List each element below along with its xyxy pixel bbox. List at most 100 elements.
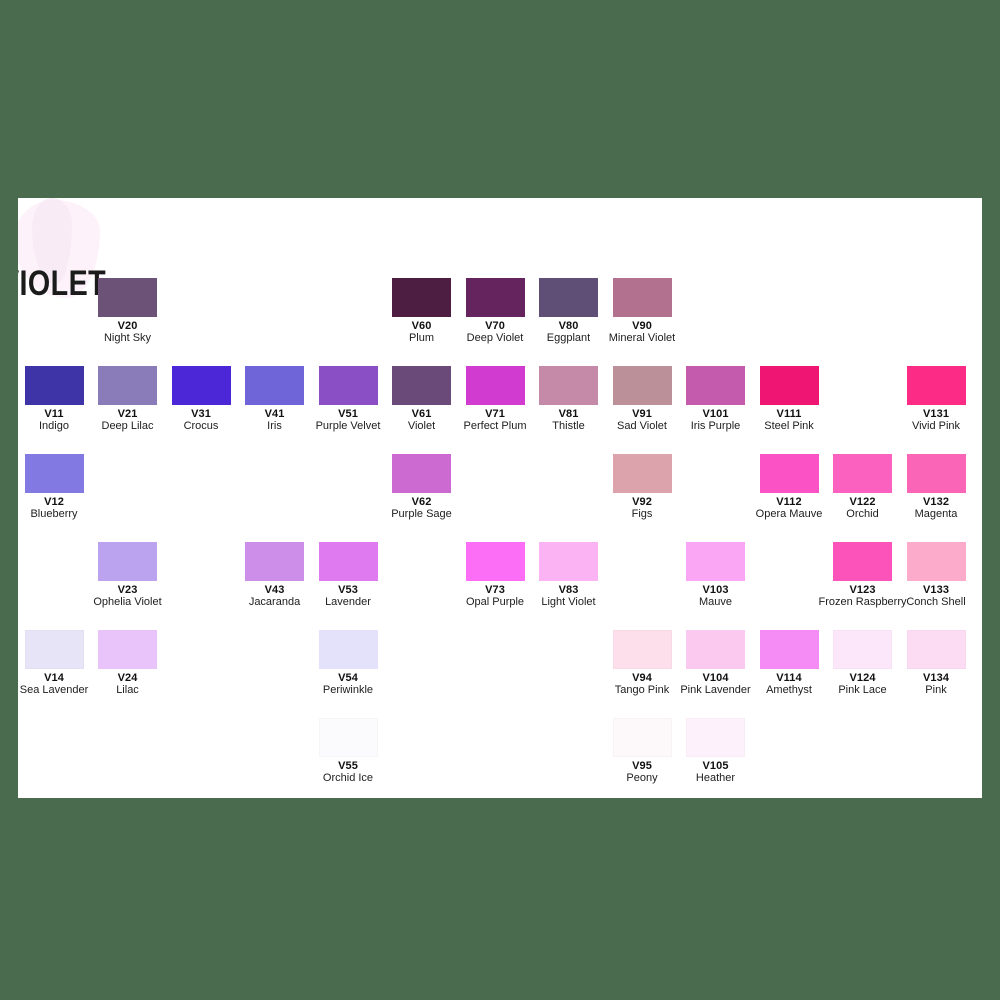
swatch-chip[interactable]	[686, 366, 745, 405]
color-swatch-v55[interactable]: V55 Orchid Ice	[300, 718, 396, 785]
swatch-name: Purple Sage	[391, 508, 452, 521]
swatch-chip[interactable]	[98, 542, 157, 581]
swatch-chip[interactable]	[465, 278, 525, 317]
swatch-chip[interactable]	[833, 542, 892, 581]
swatch-chip[interactable]	[24, 366, 84, 405]
swatch-name: Night Sky	[103, 332, 152, 345]
swatch-chip[interactable]	[759, 454, 819, 493]
color-swatch-v54[interactable]: V54 Periwinkle	[300, 630, 396, 697]
swatch-chip[interactable]	[906, 542, 966, 581]
color-swatch-v62[interactable]: V62 Purple Sage	[374, 454, 470, 521]
swatch-chip[interactable]	[906, 630, 966, 669]
swatch-chip[interactable]	[759, 366, 819, 405]
screenshot-root: VIOLET V20Night SkyV60PlumV70Deep Violet…	[0, 0, 1000, 1000]
swatch-name: Conch Shell	[906, 596, 966, 609]
swatch-chip[interactable]	[539, 366, 598, 405]
swatch-name: Vivid Pink	[911, 420, 961, 433]
color-swatch-v53[interactable]: V53 Lavender	[300, 542, 396, 609]
swatch-chip[interactable]	[465, 366, 525, 405]
swatch-name: Steel Pink	[764, 420, 814, 433]
swatch-chip[interactable]	[318, 542, 378, 581]
swatch-chip[interactable]	[318, 630, 378, 669]
swatch-code: V111	[776, 408, 802, 420]
swatch-chip[interactable]	[318, 718, 378, 757]
swatch-label: V90 Mineral Violet	[594, 320, 690, 345]
swatch-label: V105 Heather	[668, 760, 764, 785]
swatch-chip[interactable]	[98, 630, 157, 669]
swatch-label: V55 Orchid Ice	[300, 760, 396, 785]
swatch-chip[interactable]	[612, 454, 672, 493]
swatch-chip[interactable]	[612, 366, 672, 405]
swatch-chip[interactable]	[833, 454, 892, 493]
swatch-chip[interactable]	[318, 366, 378, 405]
color-swatch-v83[interactable]: V83 Light Violet	[521, 542, 617, 609]
color-swatch-v103[interactable]: V103 Mauve	[668, 542, 764, 609]
swatch-label: V53 Lavender	[300, 584, 396, 609]
swatch-chip[interactable]	[906, 454, 966, 493]
swatch-code: V103	[702, 584, 729, 596]
swatch-chip[interactable]	[539, 278, 598, 317]
swatch-chip[interactable]	[686, 630, 745, 669]
color-swatch-v90[interactable]: V90 Mineral Violet	[594, 278, 690, 345]
swatch-code: V90	[632, 320, 652, 332]
swatch-chip[interactable]	[98, 366, 157, 405]
swatch-chip[interactable]	[539, 542, 598, 581]
swatch-chip[interactable]	[906, 366, 966, 405]
swatch-chip[interactable]	[612, 718, 672, 757]
swatch-name: Periwinkle	[322, 684, 374, 697]
swatch-chip[interactable]	[171, 366, 231, 405]
swatch-chip[interactable]	[612, 630, 672, 669]
swatch-name: Pink	[925, 684, 947, 697]
swatch-chip[interactable]	[98, 278, 157, 317]
swatch-name: Blueberry	[30, 508, 78, 521]
swatch-code: V20	[117, 320, 138, 332]
swatch-label: V62 Purple Sage	[374, 496, 470, 521]
color-swatch-v111[interactable]: V111 Steel Pink	[741, 366, 837, 433]
color-swatch-v105[interactable]: V105 Heather	[668, 718, 764, 785]
swatch-chip[interactable]	[686, 718, 745, 757]
swatch-label: V54 Periwinkle	[300, 672, 396, 697]
swatch-code: V55	[338, 760, 358, 772]
color-swatch-v12[interactable]: V12 Blueberry	[18, 454, 102, 521]
color-swatch-v92[interactable]: V92 Figs	[594, 454, 690, 521]
swatch-chip[interactable]	[833, 630, 892, 669]
swatch-code: V62	[411, 496, 432, 508]
color-swatch-v134[interactable]: V134 Pink	[888, 630, 982, 697]
swatch-chip[interactable]	[245, 366, 304, 405]
swatch-code: V23	[117, 584, 138, 596]
color-swatch-v23[interactable]: V23 Ophelia Violet	[80, 542, 176, 609]
swatch-code: V54	[338, 672, 358, 684]
swatch-code: V132	[922, 496, 950, 508]
swatch-chip[interactable]	[24, 630, 84, 669]
color-swatch-v20[interactable]: V20 Night Sky	[80, 278, 176, 345]
color-swatch-v131[interactable]: V131 Vivid Pink	[888, 366, 982, 433]
swatch-chip[interactable]	[392, 454, 451, 493]
swatch-code: V133	[922, 584, 950, 596]
swatch-code: V12	[44, 496, 64, 508]
swatch-label: V133 Conch Shell	[888, 584, 982, 609]
color-swatch-v24[interactable]: V24 Lilac	[80, 630, 176, 697]
swatch-chip[interactable]	[612, 278, 672, 317]
swatch-chip[interactable]	[392, 278, 451, 317]
swatch-label: V20 Night Sky	[80, 320, 176, 345]
swatch-chip[interactable]	[245, 542, 304, 581]
swatch-label: V134 Pink	[888, 672, 982, 697]
swatch-chip[interactable]	[686, 542, 745, 581]
swatch-label: V132 Magenta	[888, 496, 982, 521]
color-chart-card: VIOLET V20Night SkyV60PlumV70Deep Violet…	[18, 198, 982, 798]
swatch-label: V23 Ophelia Violet	[80, 584, 176, 609]
color-swatch-v133[interactable]: V133 Conch Shell	[888, 542, 982, 609]
color-swatch-v132[interactable]: V132 Magenta	[888, 454, 982, 521]
swatch-label: V24 Lilac	[80, 672, 176, 697]
swatch-name: Light Violet	[541, 596, 596, 609]
swatch-code: V131	[922, 408, 950, 420]
swatch-chip[interactable]	[392, 366, 451, 405]
swatch-label: V111 Steel Pink	[741, 408, 837, 433]
swatch-name: Lilac	[116, 684, 139, 697]
swatch-chip[interactable]	[759, 630, 819, 669]
swatch-chip[interactable]	[465, 542, 525, 581]
swatch-name: Mauve	[698, 596, 733, 609]
swatch-name: Heather	[695, 772, 736, 785]
swatch-chip[interactable]	[24, 454, 84, 493]
swatch-name: Mineral Violet	[608, 332, 676, 345]
